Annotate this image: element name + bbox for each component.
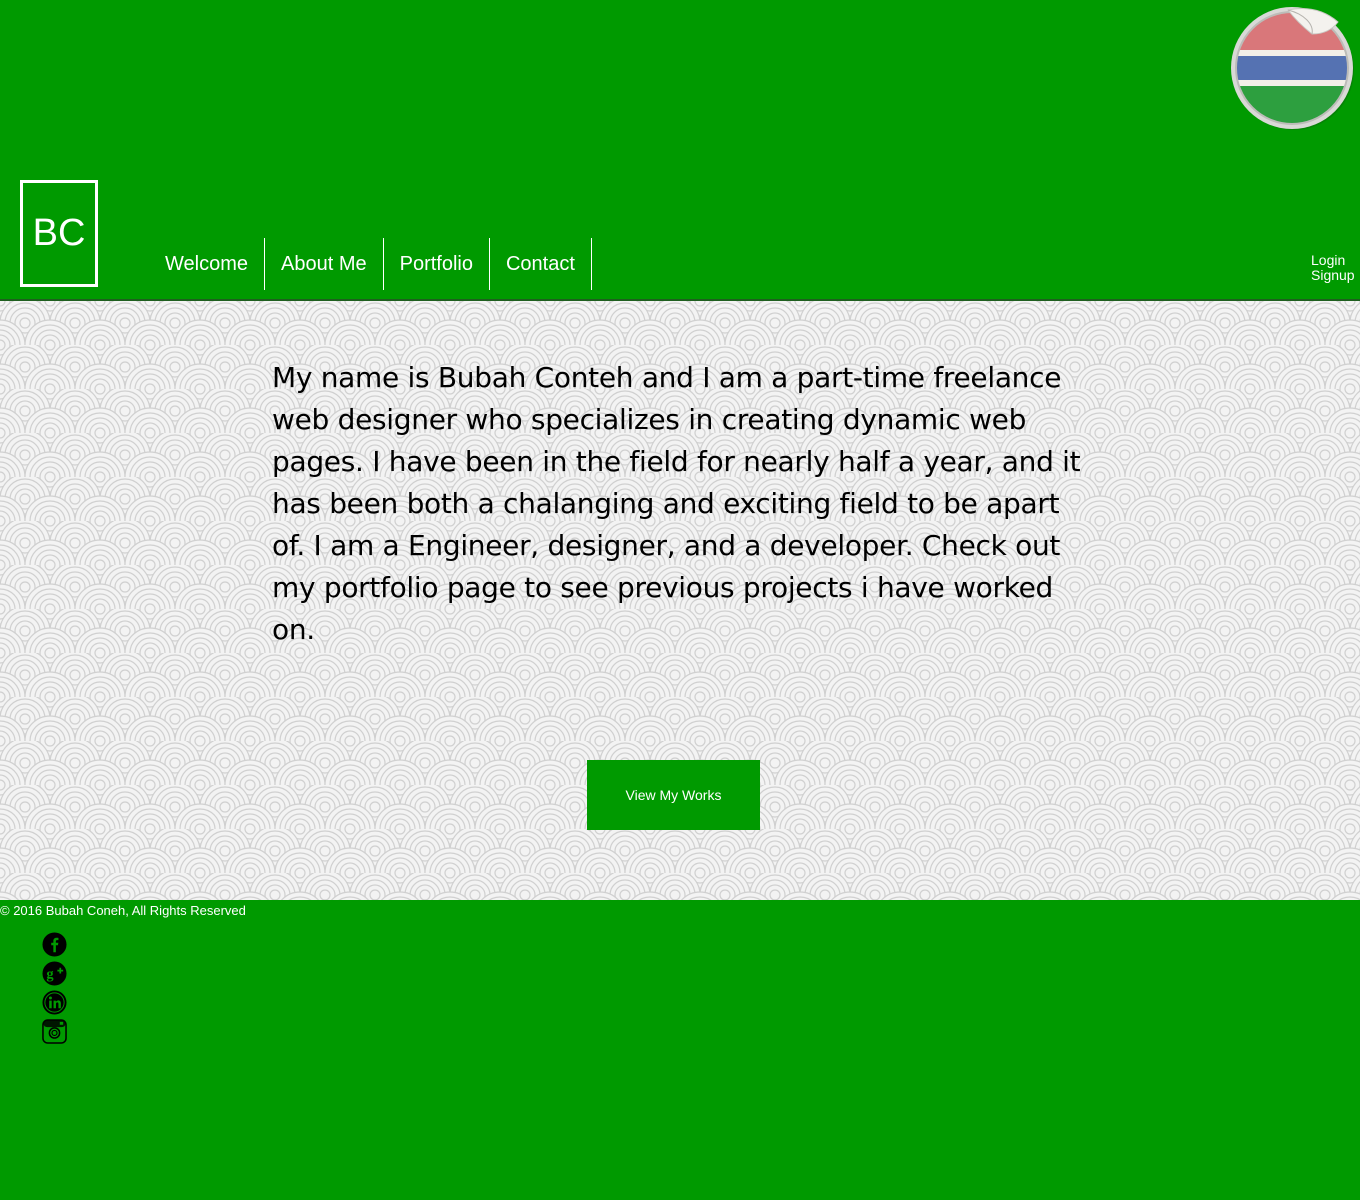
- linkedin-icon[interactable]: [42, 990, 67, 1015]
- copyright-text: © 2016 Bubah Coneh, All Rights Reserved: [0, 903, 246, 918]
- nav-item-welcome[interactable]: Welcome: [148, 238, 265, 290]
- instagram-icon[interactable]: [42, 1019, 67, 1044]
- login-link[interactable]: Login: [1311, 253, 1355, 268]
- signup-link[interactable]: Signup: [1311, 268, 1355, 283]
- google-plus-icon[interactable]: g: [42, 961, 67, 986]
- facebook-icon[interactable]: [42, 932, 67, 957]
- bio-paragraph: My name is Bubah Conteh and I am a part-…: [272, 361, 1081, 646]
- logo[interactable]: BC: [20, 180, 98, 287]
- site-footer: © 2016 Bubah Coneh, All Rights Reserved …: [0, 900, 1360, 1200]
- social-links: g: [42, 932, 67, 1048]
- main-nav: Welcome About Me Portfolio Contact: [148, 238, 592, 290]
- nav-item-about-me[interactable]: About Me: [265, 238, 384, 290]
- site-header: BC Welcome About Me Portfolio Contact Lo…: [0, 0, 1360, 300]
- gambia-flag-sticker-icon: [1231, 7, 1354, 130]
- main-content: My name is Bubah Conteh and I am a part-…: [0, 301, 1360, 900]
- auth-links: Login Signup: [1311, 253, 1355, 283]
- nav-item-portfolio[interactable]: Portfolio: [384, 238, 490, 290]
- nav-item-contact[interactable]: Contact: [490, 238, 592, 290]
- view-my-works-button[interactable]: View My Works: [587, 760, 760, 830]
- svg-text:g: g: [46, 966, 54, 982]
